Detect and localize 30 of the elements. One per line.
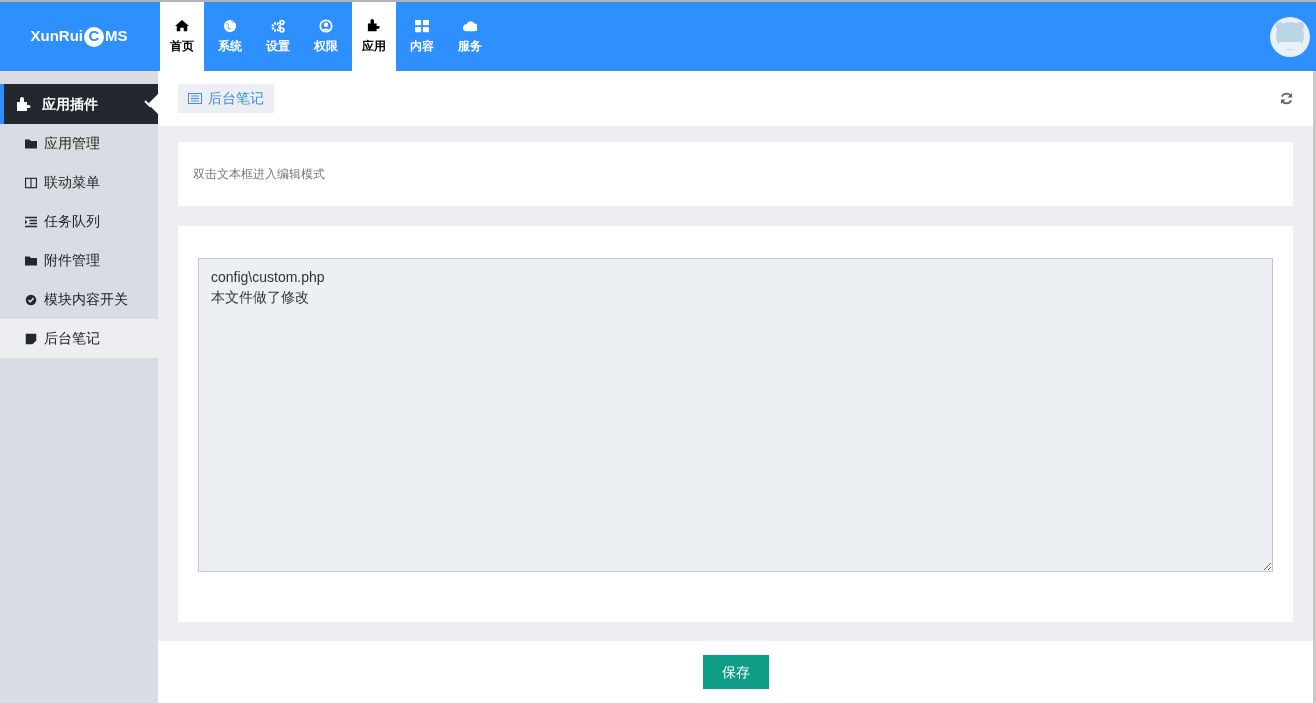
sidebar-item[interactable]: 模块内容开关 [0, 280, 158, 319]
hint-text: 双击文本框进入编辑模式 [193, 166, 325, 183]
grid-icon [415, 18, 429, 33]
nav-tab[interactable]: 应用 [352, 2, 396, 71]
sidebar-item[interactable]: 附件管理 [0, 241, 158, 280]
refresh-icon[interactable] [1280, 92, 1293, 105]
sidebar-title: 应用插件 [42, 94, 99, 114]
folder-icon [25, 254, 37, 267]
home-icon [175, 18, 189, 33]
globe-icon [223, 18, 237, 33]
sidebar-item[interactable]: 应用管理 [0, 124, 158, 163]
note-textarea[interactable]: config\custom.php 本文件做了修改 [198, 258, 1273, 572]
columns-icon [25, 176, 37, 189]
folder-icon [25, 137, 37, 150]
cloud-icon [463, 18, 477, 33]
sidebar-item[interactable]: 联动菜单 [0, 163, 158, 202]
list-icon [188, 93, 202, 104]
note-icon [25, 332, 37, 345]
puzzle-icon [16, 97, 32, 111]
avatar-icon[interactable] [1270, 16, 1310, 57]
nav-tab[interactable]: 首页 [160, 2, 204, 71]
sidebar-item[interactable]: 任务队列 [0, 202, 158, 241]
gears-icon [271, 18, 285, 33]
sidebar-item[interactable]: 后台笔记 [0, 319, 158, 358]
user-icon [319, 18, 333, 33]
check-circle-icon [25, 293, 37, 306]
puzzle-icon [367, 18, 381, 33]
logo: XunRui C MS [30, 25, 128, 48]
sidebar-header[interactable]: 应用插件 [0, 84, 158, 124]
indent-list-icon [25, 215, 37, 228]
